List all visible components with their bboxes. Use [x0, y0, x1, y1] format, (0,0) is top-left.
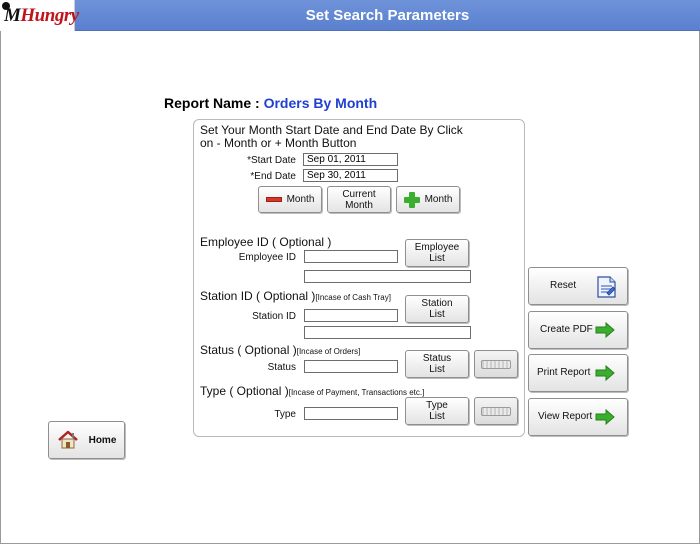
employee-id-field[interactable] [304, 250, 398, 263]
current-month-button[interactable]: Current Month [327, 186, 391, 213]
station-section-heading: Station ID ( Optional )[Incase of Cash T… [200, 289, 391, 303]
keyboard-icon [481, 359, 511, 369]
plus-month-button[interactable]: Month [396, 186, 460, 213]
station-section-note: [Incase of Cash Tray] [315, 293, 391, 302]
status-section-title: Status ( Optional ) [200, 343, 297, 357]
current-month-label: Current Month [342, 188, 376, 211]
station-name-field[interactable] [304, 326, 471, 339]
mhungry-logo: MHungry [0, 0, 79, 31]
type-section-heading: Type ( Optional )[Incase of Payment, Tra… [200, 384, 424, 398]
type-list-label: Type List [426, 400, 448, 422]
create-pdf-label: Create PDF [540, 324, 593, 335]
home-button[interactable]: Home [48, 421, 125, 459]
logo-text: MHungry [4, 5, 79, 27]
reset-label: Reset [550, 280, 577, 291]
status-list-label: Status List [422, 353, 452, 375]
end-date-field[interactable]: Sep 30, 2011 [303, 169, 398, 182]
document-icon [597, 276, 616, 298]
status-section-note: [Incase of Orders] [296, 347, 361, 356]
employee-list-label: Employee List [414, 242, 460, 264]
green-right-arrow-icon [595, 322, 615, 338]
minus-icon [265, 197, 282, 202]
end-date-label: *End Date [250, 171, 296, 182]
station-id-field[interactable] [304, 309, 398, 322]
status-section-heading: Status ( Optional )[Incase of Orders] [200, 343, 360, 357]
start-date-field[interactable]: Sep 01, 2011 [303, 153, 398, 166]
home-label: Home [88, 434, 117, 446]
employee-id-label: Employee ID [238, 252, 296, 263]
green-right-arrow-icon [595, 409, 615, 425]
green-right-arrow-icon [595, 365, 615, 381]
plus-icon [403, 191, 420, 208]
employee-list-button[interactable]: Employee List [405, 239, 469, 267]
report-name: Report Name : Orders By Month [164, 95, 377, 111]
station-id-label: Station ID [252, 311, 296, 322]
type-label: Type [274, 409, 296, 420]
logo-text-m: M [4, 5, 21, 26]
print-report-button[interactable]: Print Report [528, 354, 628, 392]
start-date-label: *Start Date [247, 155, 296, 166]
status-list-button[interactable]: Status List [405, 350, 469, 378]
page-title: Set Search Parameters [305, 7, 470, 24]
plus-month-label: Month [424, 194, 453, 205]
report-name-label: Report Name : [164, 95, 260, 111]
view-report-label: View Report [538, 411, 593, 422]
status-keyboard-button[interactable] [474, 350, 518, 378]
status-field[interactable] [304, 360, 398, 373]
create-pdf-button[interactable]: Create PDF [528, 311, 628, 349]
house-icon [57, 430, 78, 449]
type-field[interactable] [304, 407, 398, 420]
employee-section-heading: Employee ID ( Optional ) [200, 235, 332, 249]
employee-name-field[interactable] [304, 270, 471, 283]
type-section-title: Type ( Optional ) [200, 384, 289, 398]
status-label: Status [267, 362, 296, 373]
print-report-label: Print Report [537, 367, 591, 378]
view-report-button[interactable]: View Report [528, 398, 628, 436]
type-keyboard-button[interactable] [474, 397, 518, 425]
report-name-value: Orders By Month [263, 95, 378, 111]
logo-text-rest: Hungry [20, 5, 79, 26]
keyboard-icon [481, 406, 511, 416]
instructions-line-2: on - Month or + Month Button [200, 136, 357, 150]
minus-month-button[interactable]: Month [258, 186, 322, 213]
type-list-button[interactable]: Type List [405, 397, 469, 425]
instructions-text: Set Your Month Start Date and End Date B… [200, 124, 463, 150]
station-list-button[interactable]: Station List [405, 295, 469, 323]
station-list-label: Station List [421, 298, 453, 320]
reset-button[interactable]: Reset [528, 267, 628, 305]
minus-month-label: Month [286, 194, 315, 205]
type-section-note: [Incase of Payment, Transactions etc.] [288, 388, 425, 397]
header-bar: MHungry Set Search Parameters [0, 0, 700, 31]
station-section-title: Station ID ( Optional ) [200, 289, 316, 303]
